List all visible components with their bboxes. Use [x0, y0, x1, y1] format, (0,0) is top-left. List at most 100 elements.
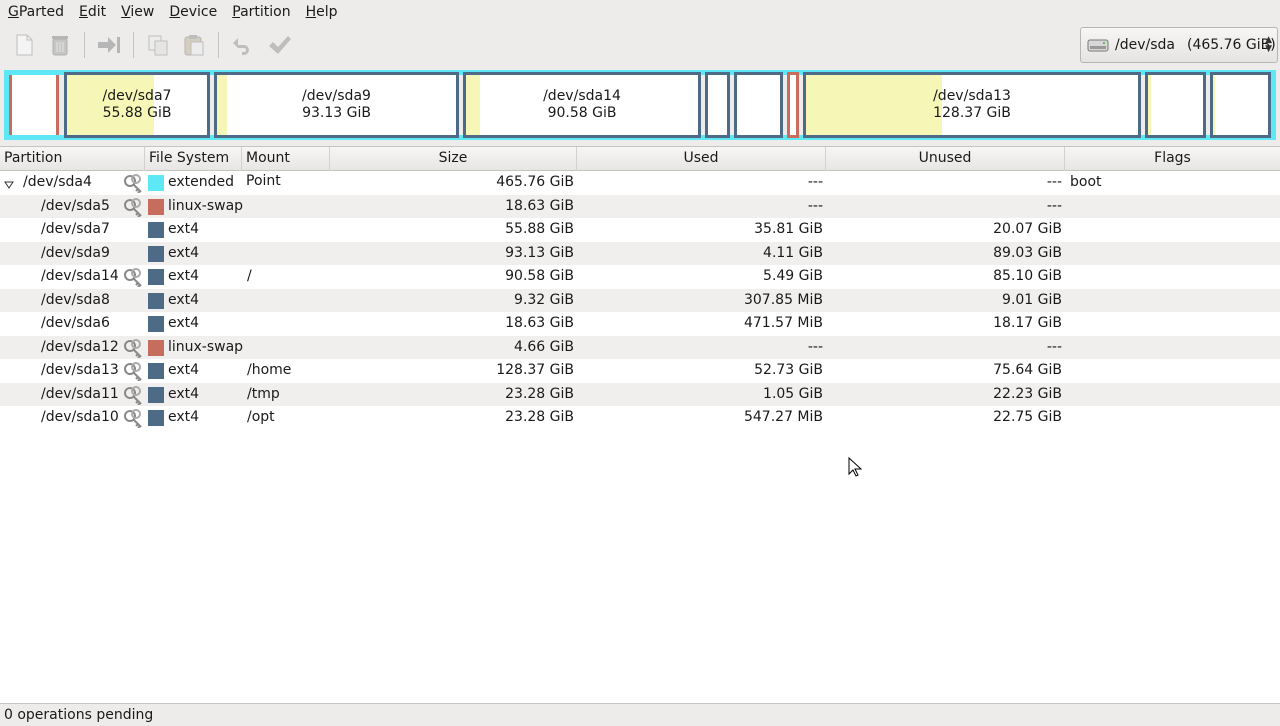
table-header: Partition File System Mount Point Size U…	[0, 147, 1280, 189]
cell-size: 55.88 GiB	[505, 221, 574, 237]
partition-block-sda12[interactable]	[787, 72, 799, 138]
cell-partition: /dev/sda12	[41, 338, 119, 355]
undo-icon	[233, 38, 249, 55]
toolbar-separator	[218, 32, 219, 58]
table-row[interactable]: /dev/sda7 ext4 55.88 GiB 35.81 GiB 20.07 GiB	[0, 218, 1280, 242]
partition-block-size: 128.37 GiB	[933, 105, 1011, 121]
cell-used: 5.49 GiB	[763, 268, 823, 284]
cell-unused: ---	[1046, 197, 1062, 214]
column-header-flags[interactable]: Flags	[1065, 147, 1280, 171]
key-icon	[122, 408, 144, 429]
column-header-used[interactable]: Used	[577, 147, 826, 171]
status-bar: 0 operations pending	[0, 704, 1280, 726]
column-header-partition[interactable]: Partition	[0, 147, 145, 171]
key-icon	[122, 338, 144, 359]
cell-filesystem: ext4	[168, 244, 200, 261]
cell-size: 23.28 GiB	[505, 409, 574, 425]
table-row[interactable]: /dev/sda13 ext4/home 128.37 GiB 52.73 GiB 75…	[0, 359, 1280, 383]
partition-block-size: 93.13 GiB	[302, 105, 371, 121]
cell-partition: /dev/sda14	[41, 268, 119, 284]
column-header-unused[interactable]: Unused	[826, 147, 1065, 171]
menu-device[interactable]: Device	[161, 0, 224, 24]
cell-flags: boot	[1070, 174, 1102, 190]
menu-view[interactable]: View	[113, 0, 161, 24]
cell-used: 4.11 GiB	[763, 244, 823, 261]
cell-partition: /dev/sda8	[41, 291, 110, 308]
partition-block-size: 55.88 GiB	[102, 105, 172, 121]
cell-size: 93.13 GiB	[505, 244, 574, 261]
copy-button[interactable]	[145, 32, 171, 58]
cell-unused: 20.07 GiB	[993, 221, 1062, 237]
partition-block-sda14[interactable]: /dev/sda14 90.58 GiB	[463, 72, 701, 138]
table-row[interactable]: /dev/sda10 ext4/opt 23.28 GiB 547.27 MiB 22.…	[0, 406, 1280, 430]
menu-help[interactable]: Help	[298, 0, 345, 24]
menu-gparted[interactable]: GParted	[0, 0, 71, 24]
paste-button[interactable]	[181, 32, 207, 58]
apply-button[interactable]	[266, 32, 292, 58]
partition-block-sda7[interactable]: /dev/sda7 55.88 GiB	[64, 72, 210, 138]
partition-block-label: /dev/sda7	[102, 88, 172, 104]
cell-unused: 18.17 GiB	[993, 315, 1062, 331]
menu-partition[interactable]: Partition	[224, 0, 297, 24]
new-button[interactable]	[11, 32, 37, 58]
cell-unused: ---	[1046, 338, 1062, 355]
table-row[interactable]: /dev/sda5 linux-swap 18.63 GiB --- ---	[0, 194, 1280, 218]
expander-triangle-icon[interactable]	[4, 178, 14, 189]
cell-partition: /dev/sda4	[23, 174, 92, 190]
undo-button[interactable]	[230, 32, 256, 58]
partition-block-label: /dev/sda9	[302, 88, 371, 104]
column-header-filesystem[interactable]: File System	[145, 147, 242, 171]
table-row[interactable]: /dev/sda9 ext4 93.13 GiB 4.11 GiB 89.03 GiB	[0, 241, 1280, 265]
partition-block-sda6[interactable]	[734, 72, 783, 138]
cell-size: 128.37 GiB	[496, 362, 574, 378]
harddisk-icon	[1087, 39, 1109, 52]
cell-used: 307.85 MiB	[743, 291, 823, 308]
table-row[interactable]: /dev/sda14 ext4 / 90.58 GiB 5.49 GiB 85.10 Gi…	[0, 265, 1280, 289]
toolbar-separator	[133, 32, 134, 58]
filesystem-color-swatch	[148, 386, 164, 403]
cell-size: 4.66 GiB	[514, 338, 574, 355]
cell-partition: /dev/sda11	[41, 385, 119, 402]
table-row[interactable]: /dev/sda8 ext4 9.32 GiB 307.85 MiB 9.01 GiB	[0, 288, 1280, 312]
cell-filesystem: ext4	[168, 315, 200, 331]
column-header-size[interactable]: Size	[330, 147, 577, 171]
resize-move-icon	[98, 37, 120, 53]
partition-block-sda10[interactable]	[1210, 72, 1271, 138]
menu-mnemonic: V	[121, 4, 131, 20]
key-icon	[122, 267, 144, 288]
cell-used: 547.27 MiB	[743, 409, 823, 425]
cell-filesystem: linux-swap	[168, 197, 244, 214]
cell-unused: 85.10 GiB	[993, 268, 1062, 284]
column-header-mountpoint[interactable]: Mount Point	[242, 147, 330, 189]
cell-unused: 22.23 GiB	[993, 385, 1062, 402]
menu-edit[interactable]: Edit	[71, 0, 113, 24]
cell-unused: 9.01 GiB	[1002, 291, 1062, 308]
delete-button[interactable]	[47, 32, 73, 58]
cell-mountpoint: /home	[247, 362, 292, 378]
cell-partition: /dev/sda5	[41, 197, 110, 214]
partition-block-sda8[interactable]	[705, 72, 730, 138]
partition-block-sda9[interactable]: /dev/sda9 93.13 GiB	[214, 72, 459, 138]
partition-block-sda11[interactable]	[1145, 72, 1206, 138]
cell-used: 35.81 GiB	[754, 221, 823, 237]
key-icon	[122, 173, 144, 194]
key-icon	[122, 361, 144, 382]
cell-filesystem: ext4	[168, 385, 200, 402]
filesystem-color-swatch	[148, 316, 164, 332]
partition-block-sda13[interactable]: /dev/sda13 128.37 GiB	[803, 72, 1141, 138]
paste-icon	[184, 35, 204, 56]
extended-partition-outline-left	[4, 70, 64, 140]
device-selector[interactable]: /dev/sda (465.76 GiB) ▲ ▼	[1080, 27, 1278, 63]
resize-move-button[interactable]	[96, 32, 122, 58]
cell-unused: 22.75 GiB	[993, 409, 1062, 425]
table-row[interactable]: /dev/sda12 linux-swap 4.66 GiB --- ---	[0, 335, 1280, 359]
table-row[interactable]: /dev/sda4 extended 465.76 GiB --- --- boot	[0, 171, 1280, 195]
cell-size: 465.76 GiB	[496, 174, 574, 190]
new-icon	[16, 34, 33, 56]
table-row[interactable]: /dev/sda11 ext4/tmp 23.28 GiB 1.05 GiB 22.23…	[0, 382, 1280, 406]
menu-mnemonic: P	[232, 4, 241, 20]
cell-filesystem: ext4	[168, 362, 200, 378]
cell-mountpoint: /opt	[247, 409, 275, 425]
menu-mnemonic: D	[169, 4, 181, 20]
table-row[interactable]: /dev/sda6 ext4 18.63 GiB 471.57 MiB 18.17 Gi…	[0, 312, 1280, 336]
